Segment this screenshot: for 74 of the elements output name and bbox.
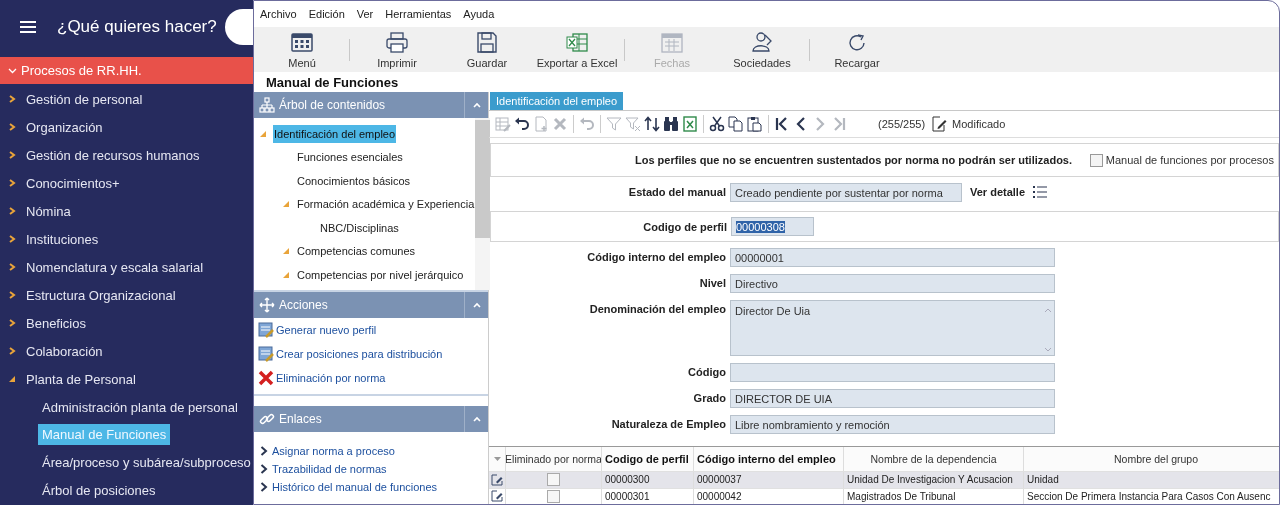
menu-item[interactable]: Conocimientos+ [0,169,253,198]
table-cell: Seccion De Primera Instancia Para Casos Con Ausenc [1024,488,1279,504]
submenu-item[interactable]: Árbol de posiciones [38,480,160,502]
menu-item[interactable]: Gestión de personal [0,85,253,114]
navigation-link[interactable]: Asignar norma a proceso [260,445,488,457]
tree-item[interactable]: Competencias por nivel jerárquico [296,265,465,284]
menu-group[interactable]: Procesos de RR.HH. [0,56,253,85]
menu-item[interactable]: Nómina [0,197,253,226]
status-text: Modificado [952,118,1006,130]
toolbar-button[interactable]: Sociedades [717,27,807,72]
menu-item[interactable]: Gestión de recursos humanos [0,141,253,170]
menu-bar-item[interactable]: Edición [308,8,345,20]
toolbar-button[interactable]: Recargar [812,27,902,72]
input-field[interactable]: 00000308 [731,217,814,236]
table-cell: 00000300 [602,472,694,488]
action-link[interactable]: Generar nuevo perfil [258,322,488,338]
menu-bar-item[interactable]: Ayuda [463,8,495,20]
menu-bar-item[interactable]: Herramientas [385,8,452,20]
action-link[interactable]: Eliminación por norma [258,370,488,386]
table-cell: 00000042 [694,488,844,504]
action-link[interactable]: Crear posiciones para distribución [258,346,488,362]
table-row[interactable]: 00000301 00000042 Magistrados De Tribunal Seccion De Primera Instancia Para Casos Con Ausenc [489,487,1279,504]
input-field[interactable]: Creado pendiente por sustentar por norma [730,183,962,202]
menu-item[interactable]: Organización [0,113,253,142]
page-title: Manual de Funciones [265,73,400,92]
toolbar-button[interactable]: Imprimir [352,27,442,72]
table-row[interactable]: 00000300 00000037 Unidad De Investigacion Y Acusacion Unidad [489,471,1279,488]
input-field[interactable]: DIRECTOR DE UIA [730,389,1055,408]
field-label: Código [687,365,727,378]
tree-item[interactable]: NBC/Disciplinas [319,218,400,237]
navigation-link[interactable]: Trazabilidad de normas [260,463,488,475]
field-label: Estado del manual [627,185,727,198]
menu-item[interactable]: Instituciones [0,225,253,254]
table-cell: 00000037 [694,472,844,488]
menu-item[interactable]: Beneficios [0,309,253,338]
navigation-link[interactable]: Histórico del manual de funciones [260,481,488,493]
field-label: Código interno del empleo [586,250,727,263]
record-counter: (255/255) [878,118,926,130]
panel-title: Árbol de contenidos [279,98,386,112]
input-field[interactable]: Libre nombramiento y remoción [730,415,1055,434]
tree-item[interactable]: Conocimientos básicos [296,171,412,190]
menu-item[interactable]: Estructura Organizacional [0,281,253,310]
tree-item[interactable]: Funciones esenciales [296,148,404,167]
panel-title: Enlaces [279,412,322,426]
panel-title: Acciones [279,298,328,312]
menu-item[interactable]: Nomenclatura y escala salarial [0,253,253,282]
table-cell: Magistrados De Tribunal [844,488,1024,504]
tree-item[interactable]: Formación académica y Experiencia [296,195,476,214]
field-label: Naturaleza de Empleo [610,417,727,430]
toolbar-button[interactable]: Guardar [442,27,532,72]
notice-text: Los perfiles que no se encuentren sustentados por norma no podrán ser utilizados. [635,154,1074,166]
toolbar-button[interactable]: Exportar a Excel [532,27,622,72]
checkbox[interactable]: Manual de funciones por procesos [1089,153,1274,167]
input-field[interactable]: Directivo [730,274,1055,293]
tree-item[interactable]: Identificación del empleo [273,124,397,143]
field-label: Nivel [698,276,727,289]
table-cell: Unidad [1024,472,1279,488]
submenu-item[interactable]: Área/proceso y subárea/subproceso [38,452,253,474]
table-cell: 00000301 [602,488,694,504]
menu-item[interactable]: Colaboración [0,337,253,366]
text-area[interactable]: Director De Uia [730,300,1055,356]
input-field[interactable]: 00000001 [730,248,1055,267]
tree-item[interactable]: Competencias comunes [296,242,416,261]
field-label: Grado [692,391,727,404]
field-label: Denominación del empleo [588,302,727,315]
menu-bar-item[interactable]: Ver [356,8,374,20]
link[interactable]: Ver detalle [970,183,1048,199]
menu-item[interactable]: Planta de Personal [0,365,253,393]
toolbar-button[interactable]: Menú [257,27,347,72]
menu-bar-item[interactable]: Archivo [260,8,297,20]
sidebar-title: ¿Qué quieres hacer? [57,17,218,38]
submenu-item[interactable]: Administración planta de personal [38,396,242,418]
field-label: Codigo de perfil [642,220,728,233]
table-cell: Unidad De Investigacion Y Acusacion [844,472,1024,488]
